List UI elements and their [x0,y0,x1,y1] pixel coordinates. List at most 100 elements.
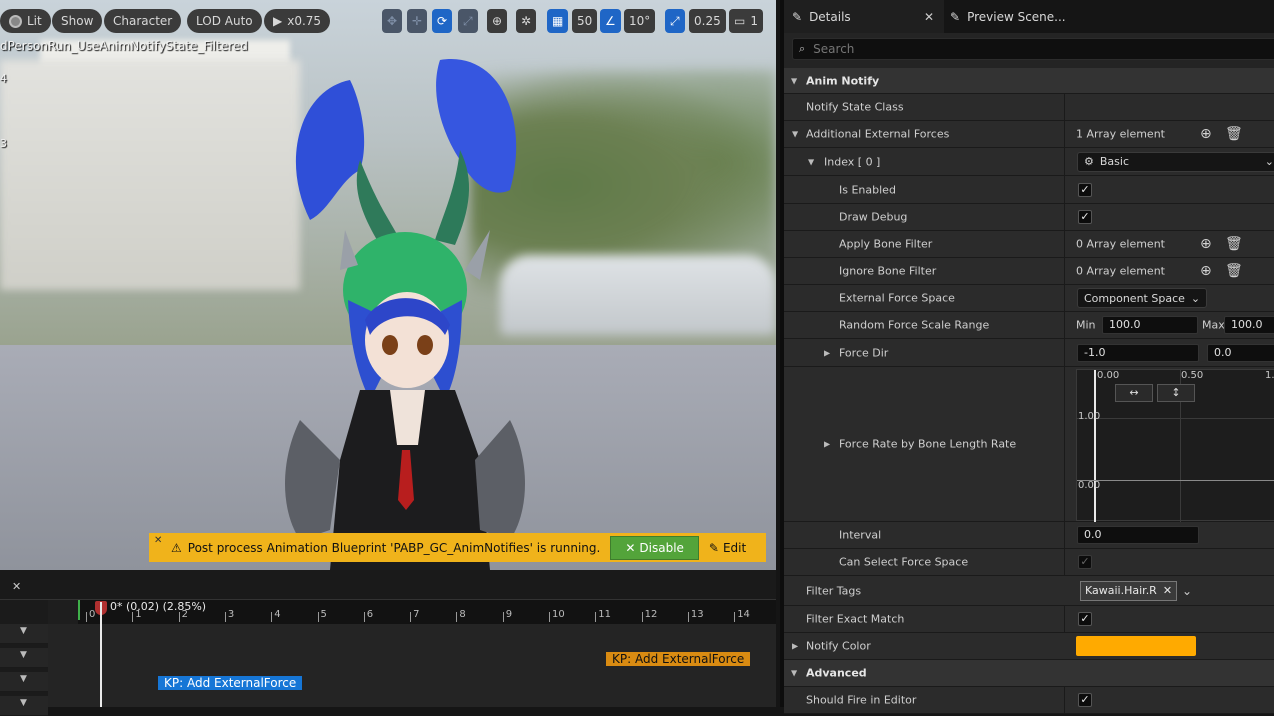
trash-icon[interactable]: 🗑 [1225,263,1243,279]
chevron-down-icon[interactable]: ▼ [808,157,814,166]
fit-horizontal-button[interactable]: ↔ [1115,384,1153,402]
trash-icon[interactable]: 🗑 [1225,126,1243,142]
surface-snap-button[interactable]: ✲ [516,9,537,33]
rotate-tool-button[interactable]: ⟳ [432,9,453,33]
max-input[interactable]: 100.0 [1224,316,1274,334]
viewport[interactable]: Lit Show Character LOD Auto ▶ x0.75 ✥ ✛ ⟳… [0,0,776,570]
fit-vertical-icon: ↕ [1171,386,1181,399]
grid-snap-toggle[interactable]: ▦ [547,9,569,33]
timeline-tick [132,612,134,622]
timeline-close-icon[interactable]: ✕ [12,580,21,593]
track-row[interactable]: ▼ [0,696,48,716]
chevron-down-icon: ⌄ [1264,155,1274,168]
trash-icon[interactable]: 🗑 [1225,236,1243,252]
track-row[interactable]: ▼ [0,624,48,644]
disable-button[interactable]: ✕ Disable [610,535,699,560]
force-dir-x-input[interactable]: -1.0 [1077,343,1199,362]
index0-class-combo[interactable]: ⚙ Basic ⌄ [1077,151,1274,172]
angle-snap-toggle[interactable]: ∠ [600,9,621,33]
row-filter-exact-match: Filter Exact Match ✓ [784,606,1274,633]
timeline-tick-label: 13 [690,609,704,620]
timeline-tick [595,612,597,622]
timeline-tick [641,612,643,622]
row-interval: Interval 0.0 [784,522,1274,549]
row-additional-external-forces[interactable]: ▼ Additional External Forces 1 Array ele… [784,121,1274,148]
world-icon: ⊕ [492,14,503,28]
curve-y-axis [1094,370,1096,522]
notify-timeline[interactable]: ✕ 0* ▼ ▼ ▼ ▼ 0123456789101112131415 0* (… [0,570,796,716]
notify-color-swatch[interactable] [1076,636,1196,656]
chevron-down-icon: ⌄ [1190,291,1201,305]
add-element-icon[interactable]: ⊕ [1200,126,1212,142]
row-index-0[interactable]: ▼ Index [ 0 ] ⚙ Basic ⌄ [784,148,1274,176]
tab-close-icon[interactable]: ✕ [924,10,934,24]
character-model [285,59,525,570]
should-fire-in-editor-checkbox[interactable]: ✓ [1078,693,1092,707]
is-enabled-checkbox[interactable]: ✓ [1078,182,1092,197]
tab-preview-scene[interactable]: ✎ Preview Scene... [950,0,1066,33]
draw-debug-checkbox[interactable]: ✓ [1078,210,1092,224]
add-element-icon[interactable]: ⊕ [1200,263,1212,279]
chevron-down-icon: ▼ [791,668,798,678]
character-button[interactable]: Character [104,9,182,33]
lod-button[interactable]: LOD Auto [187,9,262,33]
can-select-force-space-checkbox[interactable]: ✓ [1078,555,1092,569]
timeline-tick-label: 8 [459,609,466,620]
grid-snap-value[interactable]: 50 [572,9,598,33]
select-tool-button[interactable]: ✥ [382,9,403,33]
move-icon: ✛ [412,14,423,28]
interval-input[interactable]: 0.0 [1077,526,1199,544]
pencil-icon: ✎ [792,9,803,24]
filter-tag-chip[interactable]: Kawaii.Hair.R ✕ [1080,580,1178,601]
angle-snap-value[interactable]: 10° [624,9,656,33]
timeline-tick-label: 14 [737,609,750,620]
row-notify-color[interactable]: ▶ Notify Color [784,633,1274,660]
force-dir-y-input[interactable]: 0.0 [1207,343,1274,362]
notification-bar: ✕ ⚠ Post process Animation Blueprint 'PA… [149,533,766,562]
filter-exact-match-checkbox[interactable]: ✓ [1078,612,1092,626]
timeline-tick-label: 10 [552,609,565,620]
timeline-tick [410,612,412,622]
scale-snap-value[interactable]: 0.25 [689,9,726,33]
section-advanced[interactable]: ▼ Advanced [784,660,1274,687]
show-button[interactable]: Show [52,9,103,33]
track-row[interactable]: ▼ [0,672,48,692]
lit-button[interactable]: Lit [0,9,51,33]
search-input[interactable] [813,42,1214,56]
fit-vertical-button[interactable]: ↕ [1157,384,1195,402]
min-input[interactable]: 100.0 [1102,316,1198,334]
scale-snap-toggle[interactable]: ⤢ [665,9,685,33]
track-row[interactable]: ▼ [0,648,48,668]
scale-tool-button[interactable]: ⤢ [458,9,478,33]
chevron-right-icon[interactable]: ▶ [824,440,830,449]
chevron-down-icon: ▼ [20,674,27,684]
playhead-line [100,602,102,707]
chevron-right-icon[interactable]: ▶ [824,348,830,357]
edit-button[interactable]: ✎ Edit [709,541,746,555]
search-icon: ⌕ [799,42,806,55]
play-speed-button[interactable]: ▶ x0.75 [264,9,331,33]
curve-editor[interactable]: 0.00 0.50 1.0 1.00 0.00 ↔ ↕ [1076,369,1274,522]
notify-state-orange[interactable]: KP: Add ExternalForce [606,652,751,666]
camera-speed-button[interactable]: ▭ 1 [729,9,763,33]
notification-close-icon[interactable]: ✕ [154,535,162,546]
timeline-tick-label: 12 [644,609,658,620]
timeline-tick [687,612,689,622]
notify-state-blue[interactable]: KP: Add ExternalForce [158,676,303,690]
chevron-down-icon[interactable]: ▼ [792,130,798,139]
external-force-space-combo[interactable]: Component Space ⌄ [1077,288,1208,308]
row-force-dir[interactable]: ▶ Force Dir -1.0 0.0 [784,339,1274,367]
grid-icon: ▦ [552,14,564,28]
tab-details[interactable]: ✎ Details ✕ [784,0,944,33]
coord-space-button[interactable]: ⊕ [487,9,508,33]
details-search[interactable]: ⌕ [792,38,1274,60]
chevron-down-icon[interactable]: ⌄ [1182,584,1192,598]
move-tool-button[interactable]: ✛ [407,9,428,33]
close-icon[interactable]: ✕ [1163,584,1172,597]
chevron-right-icon[interactable]: ▶ [792,642,798,651]
row-filter-tags: Filter Tags Kawaii.Hair.R ✕ ⌄ [784,576,1274,606]
play-icon: ▶ [273,14,283,28]
section-anim-notify[interactable]: ▼ Anim Notify [784,68,1274,94]
add-element-icon[interactable]: ⊕ [1200,236,1212,252]
lit-icon [9,14,22,28]
